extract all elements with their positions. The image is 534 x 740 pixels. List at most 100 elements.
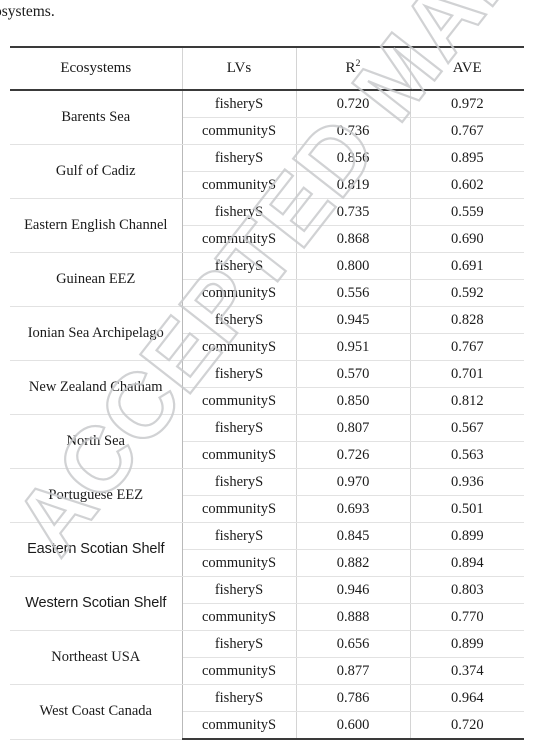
lv-cell: fisheryS bbox=[181, 630, 296, 658]
table-header: Ecosystems LVs R2 AVE bbox=[10, 46, 524, 91]
column-header-r-squared: R2 bbox=[295, 46, 410, 91]
lv-cell: communityS bbox=[182, 225, 296, 253]
column-header-lvs: LVs bbox=[181, 46, 296, 91]
lv-cell: communityS bbox=[182, 279, 296, 307]
ave-cell: 0.701 bbox=[409, 360, 524, 388]
r2-cell: 0.800 bbox=[295, 252, 410, 280]
ave-cell: 0.374 bbox=[409, 657, 524, 685]
r2-cell: 0.720 bbox=[295, 90, 410, 118]
r2-cell: 0.786 bbox=[295, 684, 410, 712]
r2-cell: 0.856 bbox=[295, 144, 410, 172]
results-table-container: Ecosystems LVs R2 AVE Barents Sea fishery… bbox=[10, 46, 524, 740]
ave-cell: 0.563 bbox=[409, 441, 524, 469]
lv-cell: fisheryS bbox=[181, 252, 296, 280]
r2-cell: 0.970 bbox=[295, 468, 410, 496]
ave-cell: 0.602 bbox=[409, 171, 524, 199]
lv-cell: communityS bbox=[182, 711, 296, 740]
lv-cell: communityS bbox=[182, 171, 296, 199]
table-body: Barents Sea fisheryS 0.720 0.972 communityS 0… bbox=[10, 90, 524, 740]
ave-cell: 0.894 bbox=[409, 549, 524, 577]
lv-cell: fisheryS bbox=[181, 414, 296, 442]
r2-cell: 0.807 bbox=[295, 414, 410, 442]
ecosystem-name-cell: Gulf of Cadiz bbox=[10, 144, 183, 199]
lv-cell: communityS bbox=[182, 495, 296, 523]
lv-cell: communityS bbox=[182, 657, 296, 685]
ave-cell: 0.501 bbox=[409, 495, 524, 523]
table-row: Ionian Sea Archipelago fisheryS 0.945 0.828 bbox=[10, 306, 524, 361]
r2-cell: 0.735 bbox=[295, 198, 410, 226]
ave-cell: 0.767 bbox=[409, 333, 524, 361]
ave-cell: 0.767 bbox=[409, 117, 524, 145]
lv-cell: fisheryS bbox=[181, 306, 296, 334]
r2-cell: 0.570 bbox=[295, 360, 410, 388]
lv-cell: fisheryS bbox=[181, 90, 296, 118]
table-row: Gulf of Cadiz fisheryS 0.856 0.895 bbox=[10, 144, 524, 199]
r2-cell: 0.850 bbox=[295, 387, 410, 415]
ecosystem-results-table: Ecosystems LVs R2 AVE Barents Sea fishery… bbox=[10, 46, 524, 740]
ecosystem-name-cell: Eastern English Channel bbox=[10, 198, 183, 253]
table-row: Barents Sea fisheryS 0.720 0.972 bbox=[10, 90, 524, 145]
ecosystem-name-cell: Ionian Sea Archipelago bbox=[10, 306, 183, 361]
r2-cell: 0.556 bbox=[295, 279, 410, 307]
table-header-row: Ecosystems LVs R2 AVE bbox=[10, 46, 524, 91]
r2-cell: 0.945 bbox=[295, 306, 410, 334]
lv-cell: communityS bbox=[182, 441, 296, 469]
lv-cell: fisheryS bbox=[181, 360, 296, 388]
lv-cell: fisheryS bbox=[181, 468, 296, 496]
ave-cell: 0.690 bbox=[409, 225, 524, 253]
ave-cell: 0.895 bbox=[409, 144, 524, 172]
lv-cell: communityS bbox=[182, 117, 296, 145]
r2-cell: 0.656 bbox=[295, 630, 410, 658]
r2-cell: 0.845 bbox=[295, 522, 410, 550]
ave-cell: 0.964 bbox=[409, 684, 524, 712]
ave-cell: 0.720 bbox=[409, 711, 524, 740]
ave-cell: 0.899 bbox=[409, 630, 524, 658]
r2-cell: 0.868 bbox=[295, 225, 410, 253]
table-row: Northeast USA fisheryS 0.656 0.899 bbox=[10, 630, 524, 685]
ecosystem-name-cell: Eastern Scotian Shelf bbox=[10, 522, 183, 577]
column-header-ave: AVE bbox=[409, 46, 524, 91]
ave-cell: 0.592 bbox=[409, 279, 524, 307]
lv-cell: fisheryS bbox=[181, 576, 296, 604]
ave-cell: 0.567 bbox=[409, 414, 524, 442]
table-row: Western Scotian Shelf fisheryS 0.946 0.803 bbox=[10, 576, 524, 631]
r2-cell: 0.951 bbox=[295, 333, 410, 361]
lv-cell: communityS bbox=[182, 603, 296, 631]
r2-cell: 0.693 bbox=[295, 495, 410, 523]
ave-cell: 0.803 bbox=[409, 576, 524, 604]
r2-cell: 0.600 bbox=[295, 711, 410, 740]
lv-cell: communityS bbox=[182, 333, 296, 361]
r2-cell: 0.882 bbox=[295, 549, 410, 577]
table-row: North Sea fisheryS 0.807 0.567 bbox=[10, 414, 524, 469]
ecosystem-name-cell: Guinean EEZ bbox=[10, 252, 183, 307]
table-row: Guinean EEZ fisheryS 0.800 0.691 bbox=[10, 252, 524, 307]
ecosystem-name-cell: Western Scotian Shelf bbox=[10, 576, 183, 631]
ave-cell: 0.812 bbox=[409, 387, 524, 415]
ecosystem-name-cell: West Coast Canada bbox=[10, 684, 183, 740]
caption-fragment: osystems. bbox=[0, 3, 55, 20]
ave-cell: 0.559 bbox=[409, 198, 524, 226]
ave-cell: 0.691 bbox=[409, 252, 524, 280]
r2-cell: 0.819 bbox=[295, 171, 410, 199]
lv-cell: fisheryS bbox=[181, 198, 296, 226]
ave-cell: 0.899 bbox=[409, 522, 524, 550]
ecosystem-name-cell: Barents Sea bbox=[10, 90, 183, 145]
r2-cell: 0.946 bbox=[295, 576, 410, 604]
ecosystem-name-cell: Portuguese EEZ bbox=[10, 468, 183, 523]
table-row: Eastern English Channel fisheryS 0.735 0.55… bbox=[10, 198, 524, 253]
ecosystem-name-cell: Northeast USA bbox=[10, 630, 183, 685]
ecosystem-name-cell: North Sea bbox=[10, 414, 183, 469]
table-row: Eastern Scotian Shelf fisheryS 0.845 0.899 bbox=[10, 522, 524, 577]
lv-cell: fisheryS bbox=[181, 144, 296, 172]
ave-cell: 0.828 bbox=[409, 306, 524, 334]
r2-cell: 0.888 bbox=[295, 603, 410, 631]
column-header-r-squared-exponent: 2 bbox=[355, 58, 361, 69]
table-row: West Coast Canada fisheryS 0.786 0.964 bbox=[10, 684, 524, 740]
r2-cell: 0.726 bbox=[295, 441, 410, 469]
ecosystem-name-cell: New Zealand Chatham bbox=[10, 360, 183, 415]
ave-cell: 0.972 bbox=[409, 90, 524, 118]
ave-cell: 0.936 bbox=[409, 468, 524, 496]
ave-cell: 0.770 bbox=[409, 603, 524, 631]
lv-cell: communityS bbox=[182, 549, 296, 577]
r2-cell: 0.736 bbox=[295, 117, 410, 145]
